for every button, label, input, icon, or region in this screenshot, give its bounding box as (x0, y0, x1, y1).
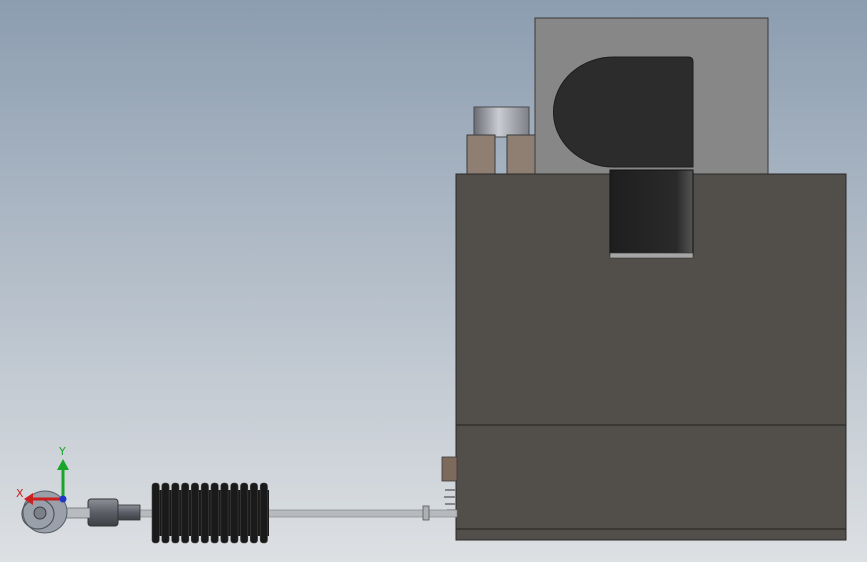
bellows-rib (161, 482, 170, 544)
shaft-coupler[interactable] (87, 498, 119, 527)
vertical-sleeve[interactable] (609, 169, 694, 256)
bellows-rib (259, 482, 268, 544)
sleeve-ring (609, 252, 694, 259)
bellows-rib (200, 482, 209, 544)
bellows-rib (171, 482, 180, 544)
triad-sphere-hub (33, 506, 47, 520)
top-cylinder[interactable] (473, 106, 530, 138)
bellows-rib (240, 482, 249, 544)
elbow-knob[interactable] (553, 56, 694, 168)
y-axis-label: Y (58, 445, 66, 458)
bellows-rib (191, 482, 199, 544)
model-scene[interactable]: Y X (0, 0, 867, 562)
bellows-boot[interactable] (151, 482, 269, 544)
bellows-rib (230, 482, 239, 544)
x-axis-label: X (16, 487, 24, 500)
graphics-viewport[interactable]: Y X (0, 0, 867, 562)
bellows-rib (220, 482, 229, 544)
bellows-rib (250, 482, 258, 544)
z-axis-dot (59, 495, 67, 503)
bellows-rib (151, 482, 160, 544)
shaft-collar (422, 505, 430, 521)
stud-left[interactable] (466, 134, 496, 176)
stud-right[interactable] (506, 134, 536, 176)
bellows-rib (210, 482, 219, 544)
side-fitting[interactable] (441, 456, 458, 482)
bellows-rib (181, 482, 190, 544)
coupler-neck (117, 504, 141, 521)
